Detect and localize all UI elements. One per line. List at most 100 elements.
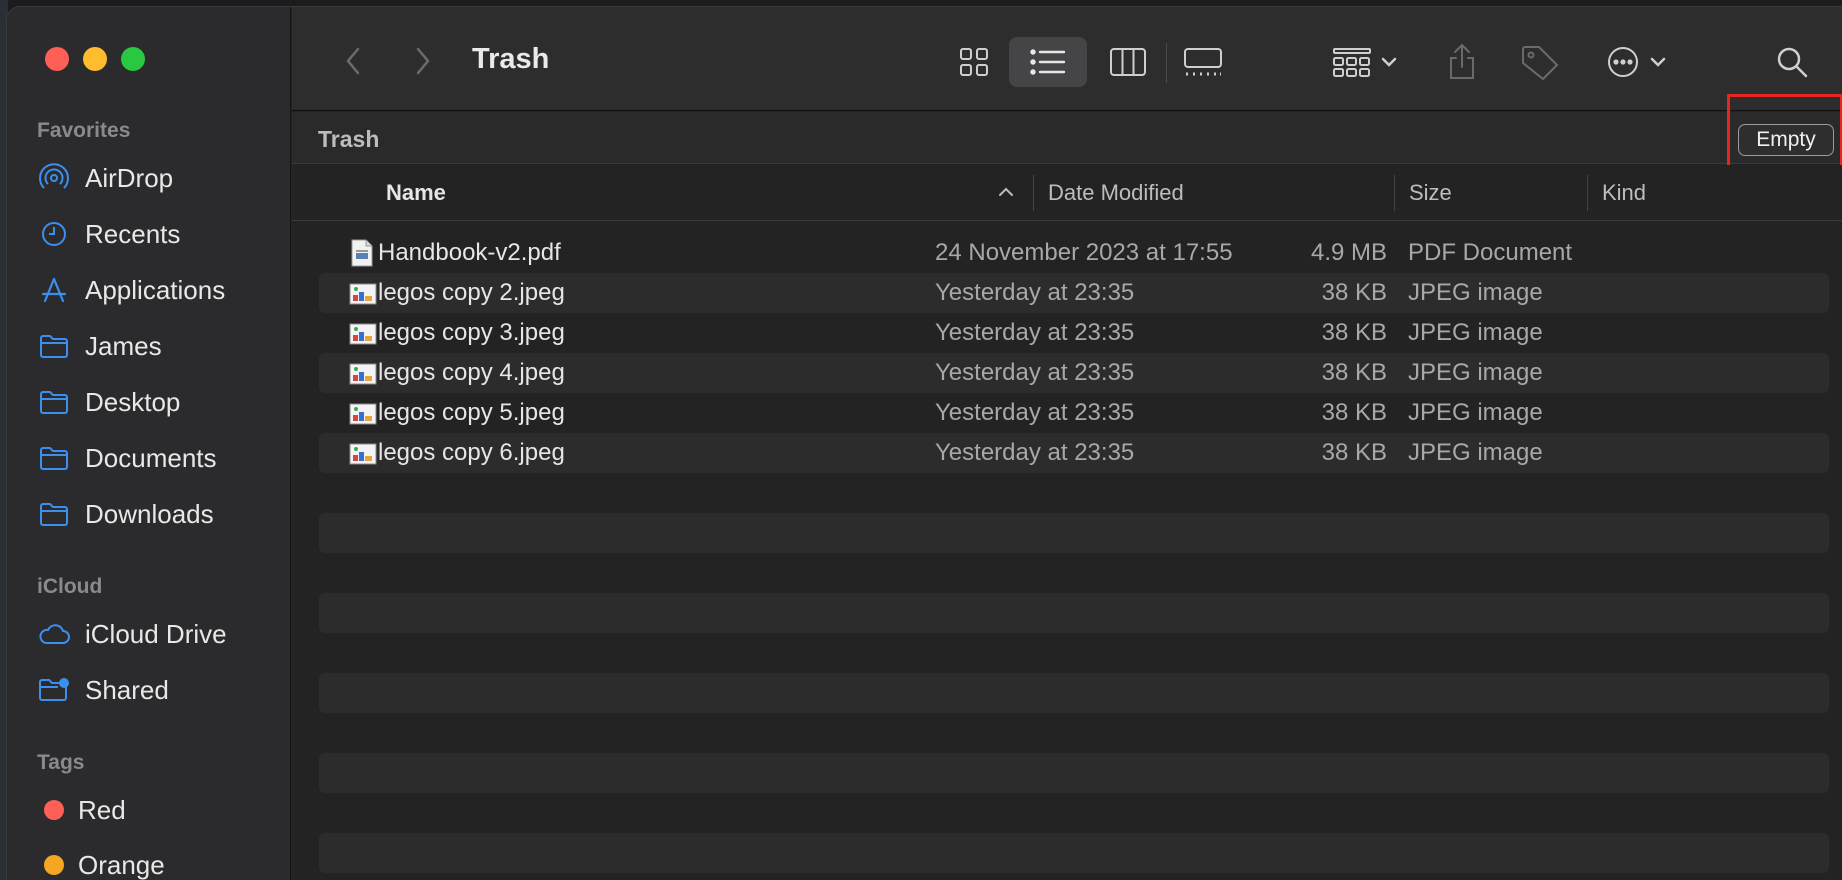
sidebar-item-applications[interactable]: Applications xyxy=(37,270,225,310)
sidebar: Favorites AirDrop Recents Applications J… xyxy=(7,7,291,880)
empty-row-stripe xyxy=(319,673,1829,713)
location-title: Trash xyxy=(318,126,380,152)
column-header-kind[interactable]: Kind xyxy=(1602,165,1646,221)
trash-header-bar: Trash Empty xyxy=(292,94,1842,188)
zoom-window-button[interactable] xyxy=(121,47,145,71)
jpeg-file-icon xyxy=(349,399,377,427)
sidebar-item-shared[interactable]: Shared xyxy=(37,670,169,710)
file-kind: JPEG image xyxy=(1408,279,1543,306)
sidebar-item-label: Orange xyxy=(78,849,165,880)
folder-icon xyxy=(37,387,71,417)
file-kind: PDF Document xyxy=(1408,239,1573,266)
file-name: legos copy 6.jpeg xyxy=(378,439,565,466)
list-view-button[interactable] xyxy=(1009,37,1087,87)
share-button[interactable] xyxy=(1442,37,1482,87)
minimize-window-button[interactable] xyxy=(83,47,107,71)
file-kind: JPEG image xyxy=(1408,319,1543,346)
file-size: 38 KB xyxy=(1321,399,1387,426)
sidebar-item-label: Applications xyxy=(85,274,226,305)
more-actions-button[interactable] xyxy=(1602,37,1682,87)
file-name: legos copy 3.jpeg xyxy=(378,319,565,346)
table-row[interactable]: legos copy 2.jpeg Yesterday at 23:35 38 … xyxy=(319,273,1829,313)
sidebar-item-james[interactable]: James xyxy=(37,326,162,366)
clock-icon xyxy=(37,219,71,249)
applications-icon xyxy=(37,275,71,305)
group-by-button[interactable] xyxy=(1328,37,1408,87)
sidebar-item-label: Downloads xyxy=(85,498,214,529)
file-date-modified: Yesterday at 23:35 xyxy=(935,399,1135,426)
table-row[interactable]: legos copy 4.jpeg Yesterday at 23:35 38 … xyxy=(319,353,1829,393)
folder-icon xyxy=(37,443,71,473)
jpeg-file-icon xyxy=(349,279,377,307)
table-row[interactable]: legos copy 5.jpeg Yesterday at 23:35 38 … xyxy=(319,393,1829,433)
orange-tag-dot xyxy=(44,855,64,875)
sidebar-item-downloads[interactable]: Downloads xyxy=(37,494,214,534)
sidebar-tag-red[interactable]: Red xyxy=(37,790,126,830)
sidebar-item-label: Recents xyxy=(85,218,181,249)
sidebar-item-documents[interactable]: Documents xyxy=(37,438,217,478)
column-header-date-modified[interactable]: Date Modified xyxy=(1048,165,1184,221)
folder-icon xyxy=(37,499,71,529)
sidebar-item-label: AirDrop xyxy=(85,162,174,193)
window-controls xyxy=(45,47,145,71)
file-kind: JPEG image xyxy=(1408,359,1543,386)
window-title: Trash xyxy=(472,43,550,75)
column-header-row: Name Date Modified Size Kind xyxy=(292,165,1842,221)
gallery-view-button[interactable] xyxy=(1177,37,1229,87)
sidebar-item-recents[interactable]: Recents xyxy=(37,214,180,254)
sidebar-item-airdrop[interactable]: AirDrop xyxy=(37,158,173,198)
icon-view-button[interactable] xyxy=(948,37,1000,87)
pdf-file-icon xyxy=(349,239,375,267)
file-size: 4.9 MB xyxy=(1310,239,1387,266)
sidebar-item-icloud-drive[interactable]: iCloud Drive xyxy=(37,614,227,654)
table-row[interactable]: legos copy 3.jpeg Yesterday at 23:35 38 … xyxy=(319,313,1829,353)
file-date-modified: Yesterday at 23:35 xyxy=(935,319,1135,346)
file-date-modified: Yesterday at 23:35 xyxy=(935,279,1135,306)
file-size: 38 KB xyxy=(1321,439,1387,466)
airdrop-icon xyxy=(37,163,71,193)
file-kind: JPEG image xyxy=(1408,399,1543,426)
sidebar-item-desktop[interactable]: Desktop xyxy=(37,382,180,422)
empty-row-stripe xyxy=(319,753,1829,793)
file-name: legos copy 4.jpeg xyxy=(378,359,565,386)
red-tag-dot xyxy=(44,800,64,820)
column-header-name[interactable]: Name xyxy=(386,165,446,221)
table-row[interactable]: Handbook-v2.pdf 24 November 2023 at 17:5… xyxy=(319,233,1829,273)
file-date-modified: Yesterday at 23:35 xyxy=(935,439,1135,466)
jpeg-file-icon xyxy=(349,359,377,387)
jpeg-file-icon xyxy=(349,439,377,467)
sidebar-item-label: Red xyxy=(78,794,126,825)
toolbar: Trash xyxy=(292,7,1842,111)
sidebar-item-label: Documents xyxy=(85,442,217,473)
sidebar-tag-orange[interactable]: Orange xyxy=(37,845,165,880)
file-date-modified: 24 November 2023 at 17:55 xyxy=(935,239,1233,266)
shared-folder-icon xyxy=(37,675,71,705)
empty-row-stripe xyxy=(319,833,1829,873)
back-button[interactable] xyxy=(336,41,370,81)
close-window-button[interactable] xyxy=(45,47,69,71)
jpeg-file-icon xyxy=(349,319,377,347)
file-size: 38 KB xyxy=(1321,279,1387,306)
column-header-size[interactable]: Size xyxy=(1409,165,1452,221)
column-divider xyxy=(1033,175,1034,211)
table-row[interactable]: legos copy 6.jpeg Yesterday at 23:35 38 … xyxy=(319,433,1829,473)
sidebar-item-label: Shared xyxy=(85,674,169,705)
search-button[interactable] xyxy=(1770,37,1814,87)
file-name: legos copy 2.jpeg xyxy=(378,279,565,306)
cloud-icon xyxy=(37,619,71,649)
file-name: legos copy 5.jpeg xyxy=(378,399,565,426)
forward-button[interactable] xyxy=(406,41,440,81)
file-kind: JPEG image xyxy=(1408,439,1543,466)
file-name: Handbook-v2.pdf xyxy=(378,239,561,266)
folder-icon xyxy=(37,331,71,361)
column-view-button[interactable] xyxy=(1102,37,1154,87)
file-size: 38 KB xyxy=(1321,319,1387,346)
toolbar-divider xyxy=(1166,43,1167,83)
sidebar-item-label: iCloud Drive xyxy=(85,618,227,649)
tag-button[interactable] xyxy=(1518,37,1562,87)
empty-row-stripe xyxy=(319,513,1829,553)
column-divider xyxy=(1587,175,1588,211)
file-size: 38 KB xyxy=(1321,359,1387,386)
sidebar-item-label: Desktop xyxy=(85,386,181,417)
icloud-heading: iCloud xyxy=(37,575,103,598)
